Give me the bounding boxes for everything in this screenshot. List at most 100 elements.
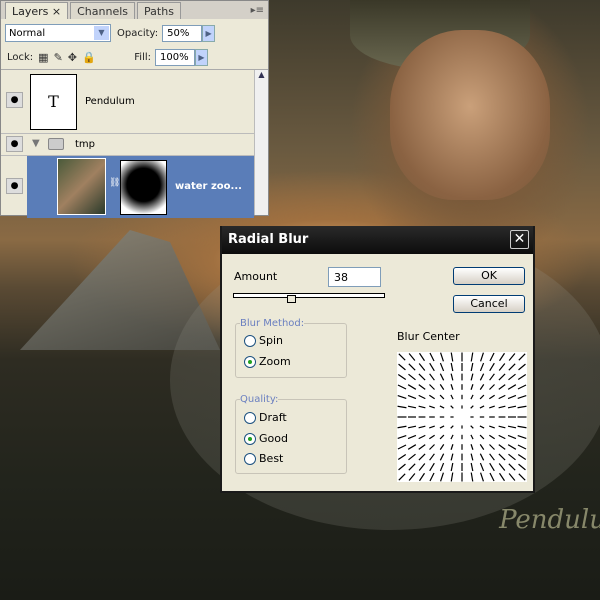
blur-ray — [450, 352, 454, 362]
radio-label: Zoom — [259, 355, 291, 368]
tab-layers[interactable]: Layers × — [5, 2, 69, 19]
tab-channels[interactable]: Channels — [70, 2, 136, 19]
blur-ray — [407, 425, 417, 429]
fill-input[interactable]: 100% — [155, 48, 195, 66]
blur-ray — [450, 384, 454, 390]
radio-draft[interactable]: Draft — [244, 411, 287, 424]
blur-ray — [398, 363, 406, 371]
expand-triangle-icon[interactable]: ▼ — [32, 138, 40, 149]
radio-best[interactable]: Best — [244, 452, 283, 465]
lock-move-icon[interactable]: ✥ — [68, 51, 77, 64]
blur-ray — [470, 444, 474, 450]
layers-panel: Layers × Channels Paths ▸≡ Normal ▼ Opaci… — [0, 0, 269, 218]
blur-ray — [408, 473, 416, 481]
eye-icon[interactable]: ● — [6, 136, 23, 152]
eye-icon[interactable]: ● — [6, 92, 23, 108]
blur-ray — [479, 405, 485, 409]
blur-ray — [397, 454, 407, 460]
blur-ray — [440, 352, 444, 362]
fill-arrow-button[interactable]: ▶ — [195, 48, 208, 66]
amount-slider[interactable] — [233, 293, 385, 303]
blur-ray — [439, 362, 445, 372]
blur-ray — [518, 473, 526, 481]
blur-ray — [507, 425, 517, 429]
scrollbar[interactable]: ▲ — [254, 70, 268, 215]
tab-label: Layers — [12, 5, 49, 18]
blur-center-preview[interactable] — [397, 352, 527, 482]
blur-ray — [418, 434, 426, 440]
blur-ray — [507, 444, 517, 450]
blur-ray — [470, 384, 474, 390]
panel-menu-icon[interactable]: ▸≡ — [251, 5, 264, 16]
amount-input[interactable]: 38 — [328, 267, 381, 287]
lock-transparency-icon[interactable]: ▦ — [38, 51, 48, 64]
scroll-up-icon[interactable]: ▲ — [255, 70, 268, 79]
blur-ray — [489, 352, 495, 362]
blur-ray — [418, 384, 426, 390]
blur-ray — [498, 453, 506, 461]
blur-ray — [397, 425, 407, 429]
radio-good[interactable]: Good — [244, 432, 288, 445]
blur-ray — [508, 353, 516, 361]
close-icon[interactable]: ✕ — [510, 230, 529, 249]
blur-ray — [418, 444, 426, 450]
radio-icon — [244, 334, 256, 347]
blur-method-group: Blur Method: — [235, 318, 347, 378]
lock-brush-icon[interactable]: ✎ — [54, 51, 63, 64]
blur-ray — [517, 374, 527, 380]
blur-ray — [518, 353, 526, 361]
radio-label: Spin — [259, 334, 283, 347]
blur-ray — [450, 405, 454, 409]
blur-ray — [508, 373, 516, 381]
blur-ray — [498, 384, 506, 390]
blur-ray — [517, 405, 527, 409]
blur-ray — [439, 434, 445, 440]
slider-handle[interactable] — [287, 295, 296, 303]
blur-ray — [450, 362, 454, 372]
blur-ray — [408, 373, 416, 381]
cancel-button[interactable]: Cancel — [453, 295, 525, 313]
blur-ray — [479, 384, 485, 390]
blend-mode-select[interactable]: Normal ▼ — [5, 24, 111, 42]
close-tab-icon[interactable]: × — [52, 5, 61, 18]
radio-zoom[interactable]: Zoom — [244, 355, 291, 368]
blur-ray — [439, 373, 445, 381]
quality-label: Quality: — [240, 394, 279, 405]
blur-ray — [479, 434, 485, 440]
blur-ray — [498, 394, 506, 400]
lock-all-icon[interactable]: 🔒 — [82, 51, 96, 64]
blur-ray — [429, 362, 435, 372]
blur-ray — [489, 384, 495, 390]
blur-ray — [470, 453, 474, 461]
layer-row-selected[interactable]: ⛓ water zoo... — [27, 156, 254, 218]
blur-ray — [517, 425, 527, 429]
tab-paths[interactable]: Paths — [137, 2, 181, 19]
opacity-arrow-button[interactable]: ▶ — [202, 24, 216, 42]
radio-spin[interactable]: Spin — [244, 334, 283, 347]
layer-group-row[interactable]: ● ▼ tmp — [1, 134, 254, 156]
blur-ray — [508, 463, 516, 471]
blur-ray — [479, 462, 485, 472]
blur-ray — [408, 353, 416, 361]
blur-ray — [498, 434, 506, 440]
blur-ray — [439, 425, 445, 429]
radio-checked-icon — [244, 432, 256, 445]
blur-ray — [517, 444, 527, 450]
blur-ray — [450, 394, 454, 400]
eye-icon[interactable]: ● — [6, 178, 23, 194]
blur-ray — [479, 373, 485, 381]
blur-ray — [418, 405, 426, 409]
opacity-input[interactable]: 50% — [162, 24, 203, 42]
radio-label: Draft — [259, 411, 287, 424]
blur-ray — [489, 405, 495, 409]
layer-row[interactable]: ● T Pendulum — [1, 70, 254, 134]
radio-label: Good — [259, 432, 288, 445]
blur-ray — [489, 362, 495, 372]
blur-ray — [439, 384, 445, 390]
folder-icon — [48, 138, 64, 150]
blur-ray — [480, 472, 484, 482]
text-layer-thumbnail: T — [30, 74, 77, 130]
chain-link-icon[interactable]: ⛓ — [109, 178, 120, 188]
ok-button[interactable]: OK — [453, 267, 525, 285]
blur-ray — [489, 434, 495, 440]
